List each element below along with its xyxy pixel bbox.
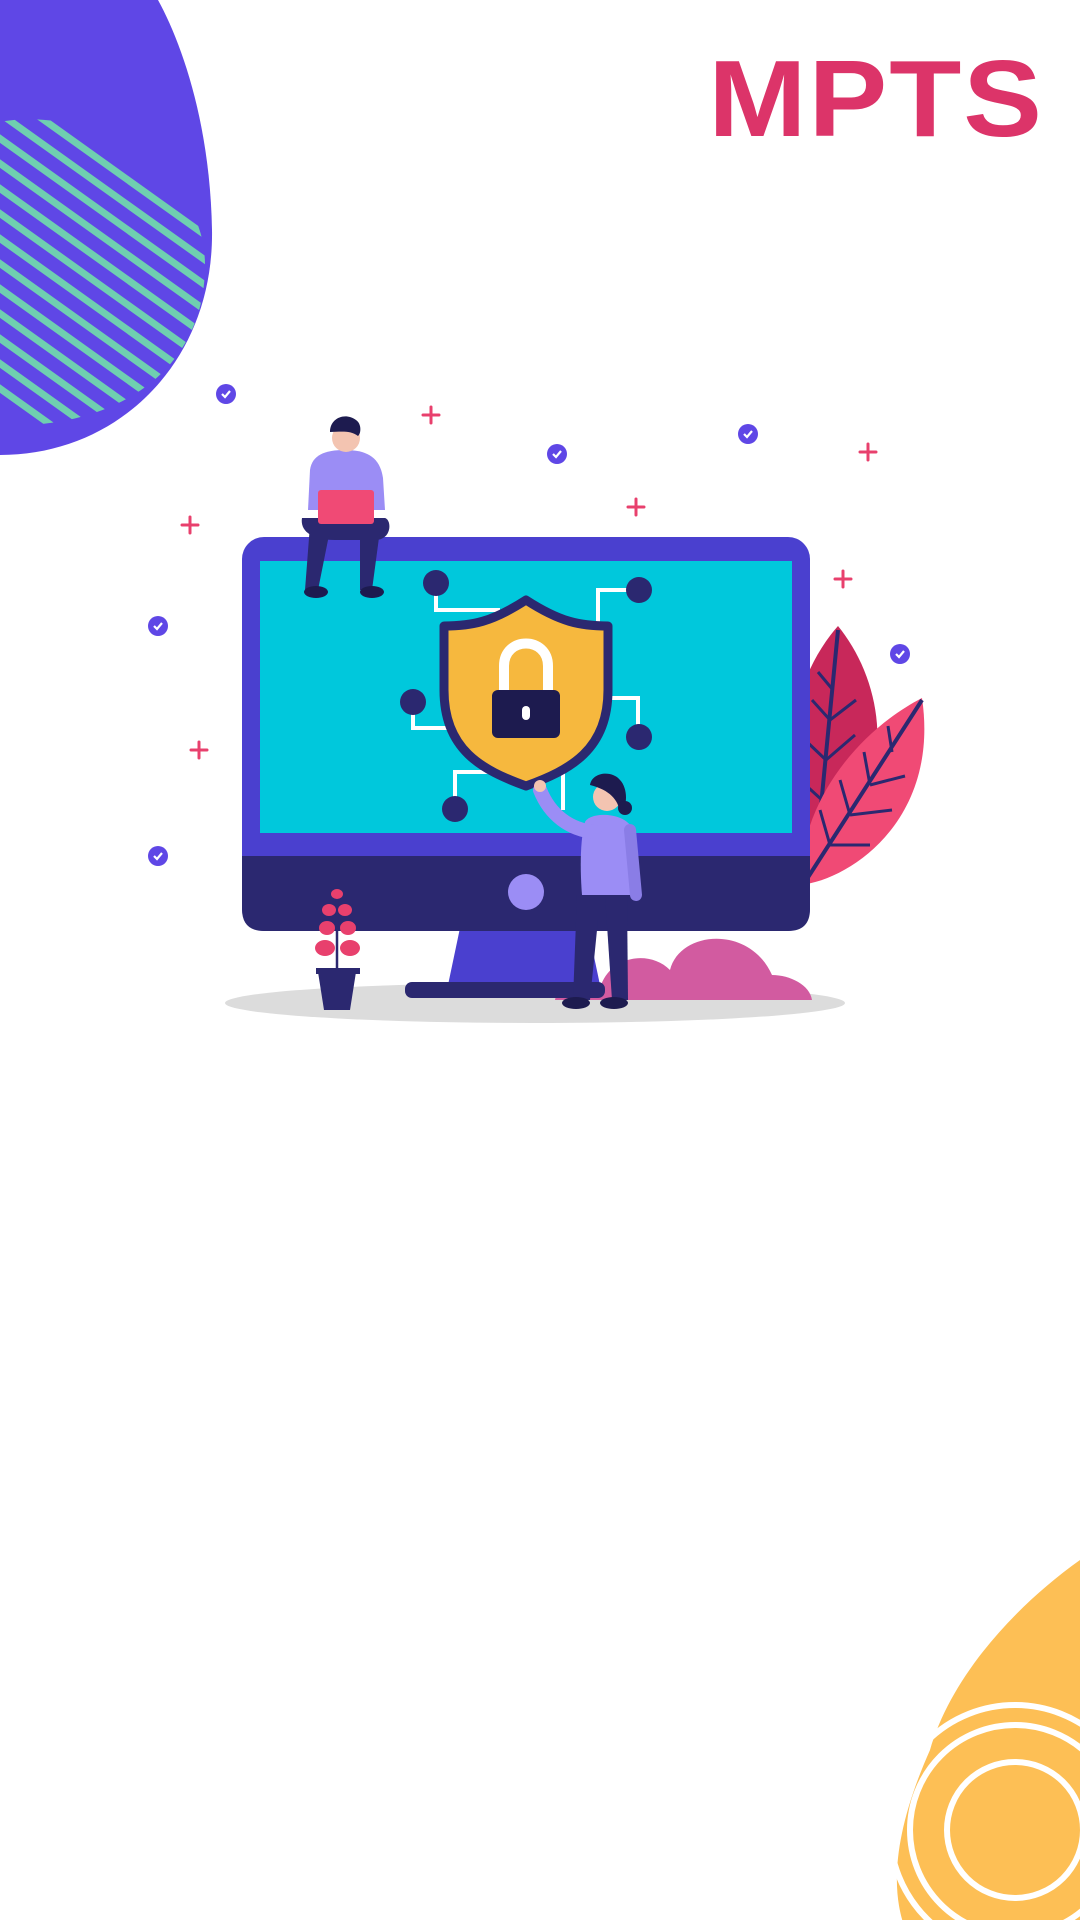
orange-blob-decoration: [887, 1560, 1080, 1920]
shield-lock-icon: [439, 595, 613, 791]
security-illustration: [148, 384, 925, 1023]
monitor-power-button: [508, 874, 544, 910]
splash-screen: MPTS: [0, 0, 1080, 1920]
brand-logo-text: MPTS: [708, 38, 1044, 160]
